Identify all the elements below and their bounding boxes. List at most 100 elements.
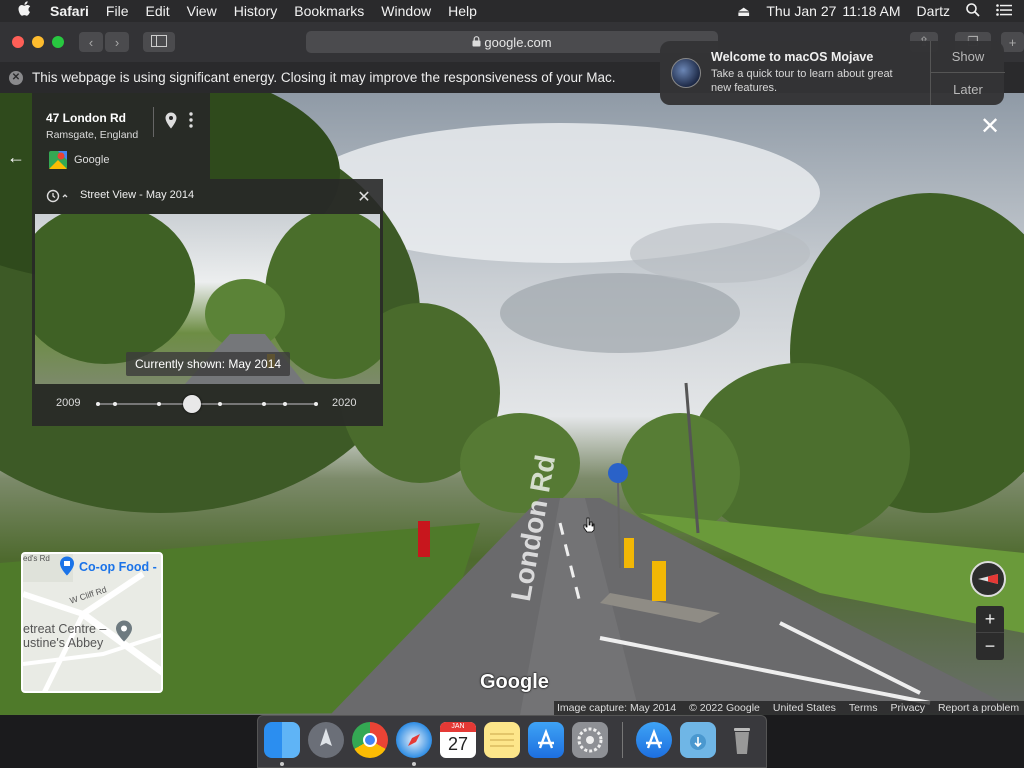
timeline-tick[interactable] bbox=[314, 402, 318, 406]
dock-app-store-icon[interactable] bbox=[528, 722, 564, 758]
dock-separator bbox=[622, 722, 623, 758]
zoom-out-button[interactable]: − bbox=[976, 633, 1004, 660]
timeline-header: Street View - May 2014 bbox=[80, 189, 195, 201]
address-bar-url: google.com bbox=[484, 34, 552, 50]
mojave-app-icon bbox=[671, 58, 701, 88]
notification-body-2: new features. bbox=[711, 82, 778, 94]
sidebar-toggle-button[interactable] bbox=[143, 32, 175, 52]
google-watermark: Google bbox=[480, 671, 549, 693]
forward-button[interactable]: › bbox=[105, 32, 129, 52]
apple-menu-icon[interactable] bbox=[18, 1, 36, 21]
imagery-source: Google bbox=[74, 154, 110, 166]
menu-window[interactable]: Window bbox=[381, 3, 431, 19]
timeline-tick[interactable] bbox=[283, 402, 288, 406]
dock-downloads-folder-icon[interactable] bbox=[680, 722, 716, 758]
plus-icon: + bbox=[1008, 34, 1017, 50]
timeline-tick[interactable] bbox=[261, 402, 266, 406]
notification-body-1: Take a quick tour to learn about great bbox=[711, 68, 893, 80]
close-street-view-button[interactable]: ✕ bbox=[978, 112, 1002, 140]
country-link[interactable]: United States bbox=[773, 702, 836, 714]
location-address[interactable]: 47 London Rd bbox=[46, 111, 126, 125]
dock-calendar-icon[interactable]: JAN 27 bbox=[440, 722, 476, 758]
timeline-tooltip: Currently shown: May 2014 bbox=[126, 352, 291, 376]
timeline-tick[interactable] bbox=[113, 402, 118, 406]
timeline-slider-thumb[interactable] bbox=[182, 395, 201, 413]
dock-running-indicator bbox=[412, 762, 416, 766]
image-capture-date: Image capture: May 2014 bbox=[557, 702, 677, 714]
privacy-link[interactable]: Privacy bbox=[891, 702, 925, 714]
google-maps-icon bbox=[49, 151, 67, 169]
info-divider bbox=[153, 107, 154, 137]
menu-bar: Safari File Edit View History Bookmarks … bbox=[0, 0, 1024, 22]
notification-show-button[interactable]: Show bbox=[931, 41, 1005, 73]
dock-finder-icon[interactable] bbox=[264, 722, 300, 758]
close-icon: ✕ bbox=[357, 189, 371, 206]
zoom-controls: + − bbox=[976, 606, 1004, 660]
menubar-date[interactable]: Thu Jan 27 bbox=[766, 3, 836, 19]
dock-launchpad-icon[interactable] bbox=[308, 722, 344, 758]
mini-map[interactable]: ed's Rd Co-op Food - W Cliff Rd etreat C… bbox=[21, 552, 163, 693]
dock-trash-icon[interactable] bbox=[724, 722, 760, 758]
compass-control[interactable] bbox=[966, 560, 1010, 598]
notification-later-button[interactable]: Later bbox=[931, 73, 1005, 105]
map-pin-icon[interactable] bbox=[165, 112, 177, 134]
minimize-window-button[interactable] bbox=[32, 36, 44, 48]
macos-notification[interactable]: Welcome to macOS Mojave Take a quick tou… bbox=[660, 41, 1005, 105]
notification-actions: Show Later bbox=[930, 41, 1005, 105]
spotlight-search-icon[interactable] bbox=[966, 2, 980, 20]
terms-link[interactable]: Terms bbox=[849, 702, 878, 714]
menu-view[interactable]: View bbox=[187, 3, 217, 19]
chevron-right-icon: › bbox=[114, 34, 120, 50]
menu-help[interactable]: Help bbox=[448, 3, 477, 19]
menu-app-safari[interactable]: Safari bbox=[50, 3, 89, 19]
mini-map-poi-2-line-1: etreat Centre – bbox=[23, 622, 107, 636]
dock-safari-icon[interactable] bbox=[396, 722, 432, 758]
location-region: Ramsgate, England bbox=[46, 129, 139, 141]
shopping-pin-icon bbox=[59, 556, 75, 581]
calendar-day: 27 bbox=[447, 734, 469, 754]
map-footer: Image capture: May 2014 © 2022 Google Un… bbox=[554, 701, 1024, 715]
timeline-preview-image[interactable]: Currently shown: May 2014 bbox=[35, 214, 380, 384]
notification-content[interactable]: Welcome to macOS Mojave Take a quick tou… bbox=[660, 41, 930, 105]
close-timeline-button[interactable]: ✕ bbox=[355, 187, 373, 206]
mini-map-street-1: ed's Rd bbox=[23, 554, 50, 563]
mini-map-poi-1: Co-op Food - bbox=[79, 560, 157, 574]
timeline-tick[interactable] bbox=[218, 402, 223, 406]
minus-icon: − bbox=[984, 636, 996, 656]
dock-running-indicator bbox=[280, 762, 284, 766]
menubar-user[interactable]: Dartz bbox=[917, 3, 950, 19]
timeline-tick[interactable] bbox=[96, 402, 100, 406]
menu-history[interactable]: History bbox=[234, 3, 278, 19]
calendar-month: JAN bbox=[440, 722, 476, 732]
close-window-button[interactable] bbox=[12, 36, 24, 48]
dock-chrome-icon[interactable] bbox=[352, 722, 388, 758]
time-travel-panel: Street View - May 2014 ✕ Currently shown… bbox=[32, 179, 383, 426]
address-bar[interactable]: google.com bbox=[306, 31, 718, 53]
arrow-left-icon: ← bbox=[7, 146, 25, 167]
dock-system-preferences-icon[interactable] bbox=[572, 722, 608, 758]
menu-bookmarks[interactable]: Bookmarks bbox=[294, 3, 364, 19]
timeline-slider-track[interactable] bbox=[96, 395, 318, 413]
more-options-icon[interactable] bbox=[189, 112, 195, 130]
close-icon: ✕ bbox=[979, 112, 1001, 140]
dismiss-banner-button[interactable]: ✕ bbox=[9, 70, 23, 85]
back-button[interactable]: ‹ bbox=[79, 32, 103, 52]
dock-notes-icon[interactable] bbox=[484, 722, 520, 758]
menu-edit[interactable]: Edit bbox=[145, 3, 169, 19]
menubar-time[interactable]: 11:18 AM bbox=[842, 3, 900, 19]
place-pin-icon bbox=[115, 620, 133, 647]
dock-app-store-download-icon[interactable] bbox=[636, 722, 672, 758]
timeline-start-year: 2009 bbox=[56, 397, 81, 409]
copyright-text: © 2022 Google bbox=[689, 702, 760, 714]
timeline-tick[interactable] bbox=[157, 402, 162, 406]
notification-center-icon[interactable] bbox=[996, 3, 1012, 19]
eject-icon[interactable]: ⏏ bbox=[737, 3, 750, 20]
plus-icon: + bbox=[984, 608, 996, 629]
report-problem-link[interactable]: Report a problem bbox=[938, 702, 1019, 714]
menu-file[interactable]: File bbox=[106, 3, 129, 19]
zoom-in-button[interactable]: + bbox=[976, 606, 1004, 633]
zoom-window-button[interactable] bbox=[52, 36, 64, 48]
exit-street-view-button[interactable]: ← bbox=[4, 145, 28, 169]
mini-map-poi-2-line-2: ustine's Abbey bbox=[23, 636, 104, 650]
history-clock-icon[interactable] bbox=[46, 189, 70, 208]
